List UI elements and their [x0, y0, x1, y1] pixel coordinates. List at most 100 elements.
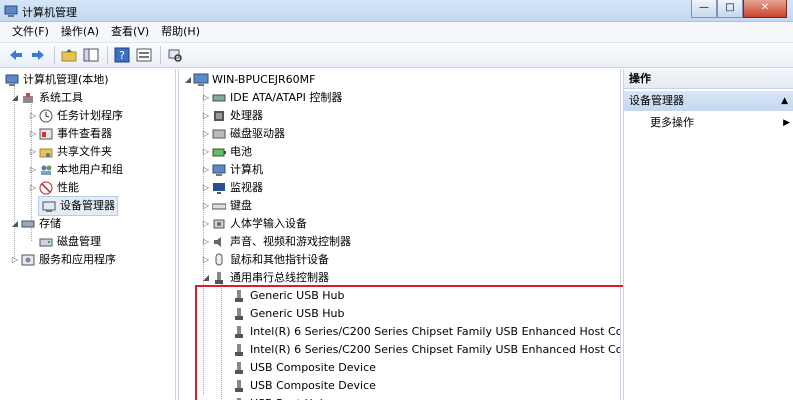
tools-icon — [20, 90, 36, 106]
minimize-button[interactable]: — — [691, 0, 717, 18]
services-icon — [20, 252, 36, 268]
toolbar-separator — [160, 46, 161, 64]
expand-icon[interactable]: ▷ — [201, 233, 211, 251]
close-button[interactable]: ✕ — [743, 0, 787, 18]
tree-item-system-tools[interactable]: ◢ 系统工具 — [10, 89, 83, 107]
show-tree-button[interactable] — [81, 45, 101, 65]
tree-item-storage[interactable]: ◢ 存储 — [10, 215, 61, 233]
device-category[interactable]: ▷ 电池 — [201, 143, 252, 161]
device-category[interactable]: ▷ 处理器 — [201, 107, 263, 125]
tree-item-performance[interactable]: ▷ 性能 — [28, 179, 79, 197]
storage-icon — [20, 216, 36, 232]
svg-text:?: ? — [119, 49, 125, 62]
tree-item-disk-management[interactable]: 磁盘管理 — [28, 233, 101, 251]
expand-icon[interactable]: ▷ — [201, 161, 211, 179]
tree-item-label: 事件查看器 — [57, 127, 112, 140]
more-actions-label: 更多操作 — [650, 116, 694, 129]
expand-icon[interactable]: ▷ — [28, 179, 38, 197]
collapse-up-icon[interactable]: ▲ — [781, 91, 788, 111]
menu-file[interactable]: 文件(F) — [6, 22, 55, 42]
device-category-label: 鼠标和其他指针设备 — [230, 253, 329, 266]
expand-icon[interactable]: ▷ — [201, 125, 211, 143]
device-category-label: 监视器 — [230, 181, 263, 194]
device-category-label: 电池 — [230, 145, 252, 158]
toolbar-separator — [54, 46, 55, 64]
computer-icon — [193, 72, 209, 88]
collapse-icon[interactable]: ◢ — [10, 89, 20, 107]
expand-icon[interactable]: ▷ — [201, 251, 211, 269]
properties-icon — [136, 48, 152, 62]
device-category-label: 人体学输入设备 — [230, 217, 307, 230]
shared-folder-icon — [38, 144, 54, 160]
device-category[interactable]: ▷ 磁盘驱动器 — [201, 125, 285, 143]
tree-item-label: 存储 — [39, 217, 61, 230]
arrow-right-icon — [32, 50, 44, 60]
up-folder-button[interactable] — [59, 45, 79, 65]
collapse-icon[interactable]: ◢ — [183, 71, 193, 89]
more-actions-item[interactable]: 更多操作 ▶ — [650, 114, 790, 132]
computer-icon — [211, 162, 227, 178]
scan-hardware-button[interactable] — [165, 45, 185, 65]
device-category[interactable]: ▷ IDE ATA/ATAPI 控制器 — [201, 89, 342, 107]
menu-bar: 文件(F) 操作(A) 查看(V) 帮助(H) — [0, 22, 793, 43]
tree-item-device-manager[interactable]: 设备管理器 — [28, 196, 118, 216]
menu-view[interactable]: 查看(V) — [105, 22, 155, 42]
back-button[interactable] — [6, 45, 26, 65]
console-tree-pane: 计算机管理(本地) ◢ 系统工具 ▷ 任务计划程序 ▷ 事件查看器 ▷ 共享文件… — [0, 69, 176, 400]
help-button[interactable]: ? — [112, 45, 132, 65]
console-tree-icon — [83, 48, 99, 62]
expand-icon[interactable]: ▷ — [201, 197, 211, 215]
tree-item-shared-folders[interactable]: ▷ 共享文件夹 — [28, 143, 112, 161]
tree-item-event-viewer[interactable]: ▷ 事件查看器 — [28, 125, 112, 143]
expand-icon[interactable]: ▷ — [201, 89, 211, 107]
expand-icon[interactable]: ▷ — [28, 107, 38, 125]
menu-help[interactable]: 帮助(H) — [155, 22, 206, 42]
device-category[interactable]: ▷ 声音、视频和游戏控制器 — [201, 233, 351, 251]
event-viewer-icon — [38, 126, 54, 142]
keyboard-icon — [211, 198, 227, 214]
device-category-label: 计算机 — [230, 163, 263, 176]
disk-mgmt-icon — [38, 234, 54, 250]
expand-icon[interactable]: ▷ — [10, 251, 20, 269]
help-icon: ? — [114, 47, 130, 63]
device-category[interactable]: ▷ 键盘 — [201, 197, 252, 215]
toolbar: ? — [0, 43, 793, 68]
tree-item-services-apps[interactable]: ▷ 服务和应用程序 — [10, 251, 116, 269]
cpu-icon — [211, 108, 227, 124]
device-category-label: 键盘 — [230, 199, 252, 212]
device-category[interactable]: ▷ 计算机 — [201, 161, 263, 179]
device-category[interactable]: ▷ 人体学输入设备 — [201, 215, 307, 233]
actions-pane: 操作 设备管理器 ▲ 更多操作 ▶ — [623, 69, 793, 400]
users-icon — [38, 162, 54, 178]
collapse-icon[interactable]: ◢ — [10, 215, 20, 233]
submenu-arrow-icon: ▶ — [783, 118, 790, 128]
selected-highlight: 设备管理器 — [38, 196, 118, 216]
expand-icon[interactable]: ▷ — [28, 161, 38, 179]
tree-item-label: 服务和应用程序 — [39, 253, 116, 266]
menu-action[interactable]: 操作(A) — [55, 22, 105, 42]
maximize-button[interactable]: □ — [717, 0, 743, 18]
expand-icon[interactable]: ▷ — [201, 215, 211, 233]
properties-button[interactable] — [134, 45, 154, 65]
device-category[interactable]: ▷ 监视器 — [201, 179, 263, 197]
device-category[interactable]: ▷ 鼠标和其他指针设备 — [201, 251, 329, 269]
tree-item-task-scheduler[interactable]: ▷ 任务计划程序 — [28, 107, 123, 125]
device-category-label: IDE ATA/ATAPI 控制器 — [230, 91, 343, 104]
forward-button[interactable] — [28, 45, 48, 65]
tree-item-computer-management[interactable]: 计算机管理(本地) — [4, 71, 109, 89]
computer-mgmt-icon — [4, 72, 20, 88]
expand-icon[interactable]: ▷ — [201, 179, 211, 197]
actions-title: 操作 — [624, 69, 793, 89]
device-tree-root[interactable]: ◢ WIN-BPUCEJR60MF — [183, 71, 316, 89]
actions-section-device-manager[interactable]: 设备管理器 ▲ — [624, 91, 793, 111]
sound-icon — [211, 234, 227, 250]
expand-icon[interactable]: ▷ — [201, 143, 211, 161]
disk-icon — [211, 126, 227, 142]
tree-item-local-users[interactable]: ▷ 本地用户和组 — [28, 161, 123, 179]
expand-icon[interactable]: ▷ — [28, 125, 38, 143]
expand-icon[interactable]: ▷ — [201, 107, 211, 125]
expand-icon[interactable]: ▷ — [28, 143, 38, 161]
tree-item-label: 本地用户和组 — [57, 163, 123, 176]
folder-up-icon — [61, 49, 77, 62]
